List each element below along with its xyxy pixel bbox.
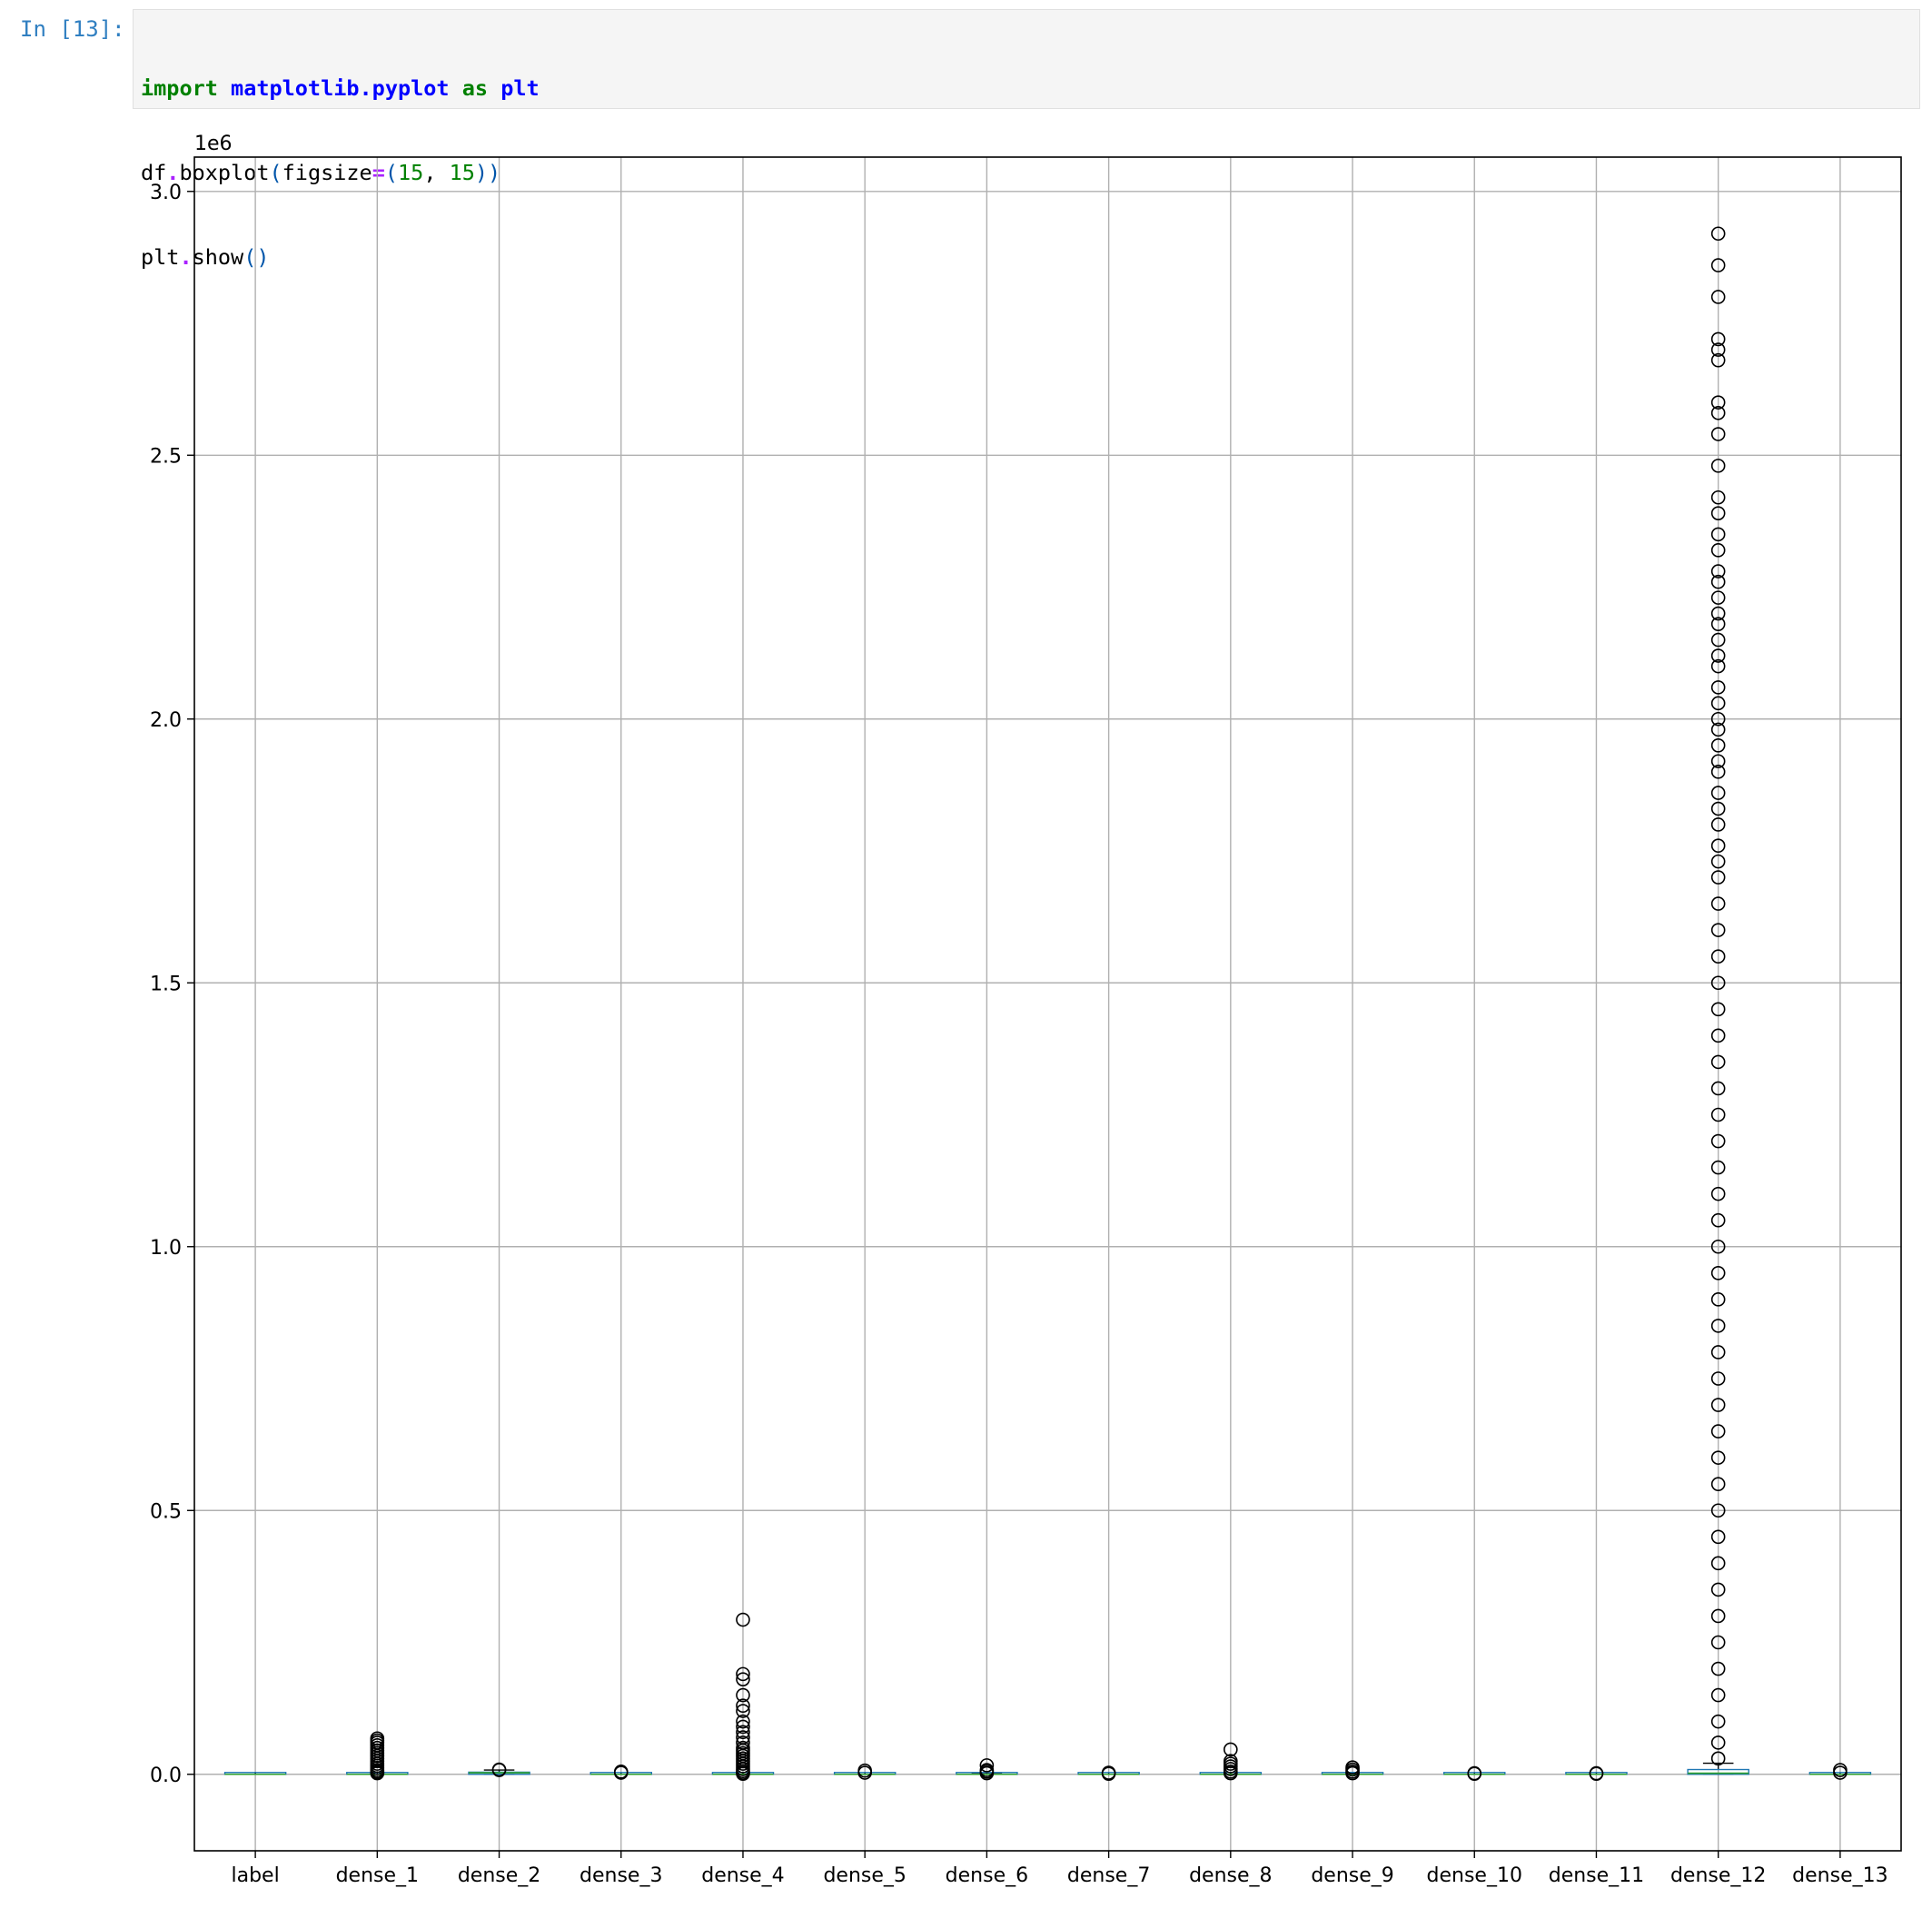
code-line-1: import matplotlib.pyplot as plt	[141, 74, 1912, 103]
x-tick-label: dense_6	[946, 1864, 1028, 1887]
x-tick-label: dense_4	[701, 1864, 784, 1887]
y-tick-label: 3.0	[150, 182, 182, 204]
cell-prompt: In [13]:	[20, 16, 125, 42]
x-tick-label: label	[231, 1864, 279, 1887]
y-axis-offset-label: 1e6	[194, 133, 233, 155]
x-tick-label: dense_8	[1189, 1864, 1272, 1887]
x-tick-label: dense_7	[1067, 1864, 1150, 1887]
grid-lines	[194, 157, 1901, 1851]
x-tick-label: dense_9	[1311, 1864, 1393, 1887]
x-tick-label: dense_10	[1427, 1864, 1522, 1887]
y-tick-label: 2.0	[150, 709, 182, 732]
code-cell-editor[interactable]: import matplotlib.pyplot as plt df.boxpl…	[133, 9, 1920, 270]
y-tick-label: 0.5	[150, 1500, 182, 1523]
x-tick-label: dense_12	[1670, 1864, 1766, 1887]
x-tick-label: dense_11	[1549, 1864, 1644, 1887]
code-module-name: matplotlib.pyplot	[231, 75, 450, 101]
y-tick-label: 0.0	[150, 1765, 182, 1787]
y-tick-label: 1.0	[150, 1237, 182, 1260]
code-alias: plt	[500, 75, 540, 101]
x-tick-label: dense_13	[1792, 1864, 1887, 1887]
x-tick-label: dense_1	[336, 1864, 419, 1887]
box-elements	[223, 1762, 1872, 1775]
axis-ticks: 0.0 0.5 1.0 1.5 2.0 2.5 3.0 label dense_1 dense_2…	[150, 182, 1888, 1887]
code-keyword-as: as	[461, 75, 489, 101]
plot-frame	[193, 156, 1902, 1852]
y-tick-label: 2.5	[150, 445, 182, 468]
y-tick-label: 1.5	[150, 973, 182, 995]
x-tick-label: dense_2	[458, 1864, 540, 1887]
x-tick-label: dense_5	[823, 1864, 906, 1887]
code-keyword-import: import	[141, 75, 218, 101]
boxplot-chart: 0.0 0.5 1.0 1.5 2.0 2.5 3.0 label dense_1 dense_2…	[150, 133, 1902, 1887]
x-tick-label: dense_3	[580, 1864, 662, 1887]
